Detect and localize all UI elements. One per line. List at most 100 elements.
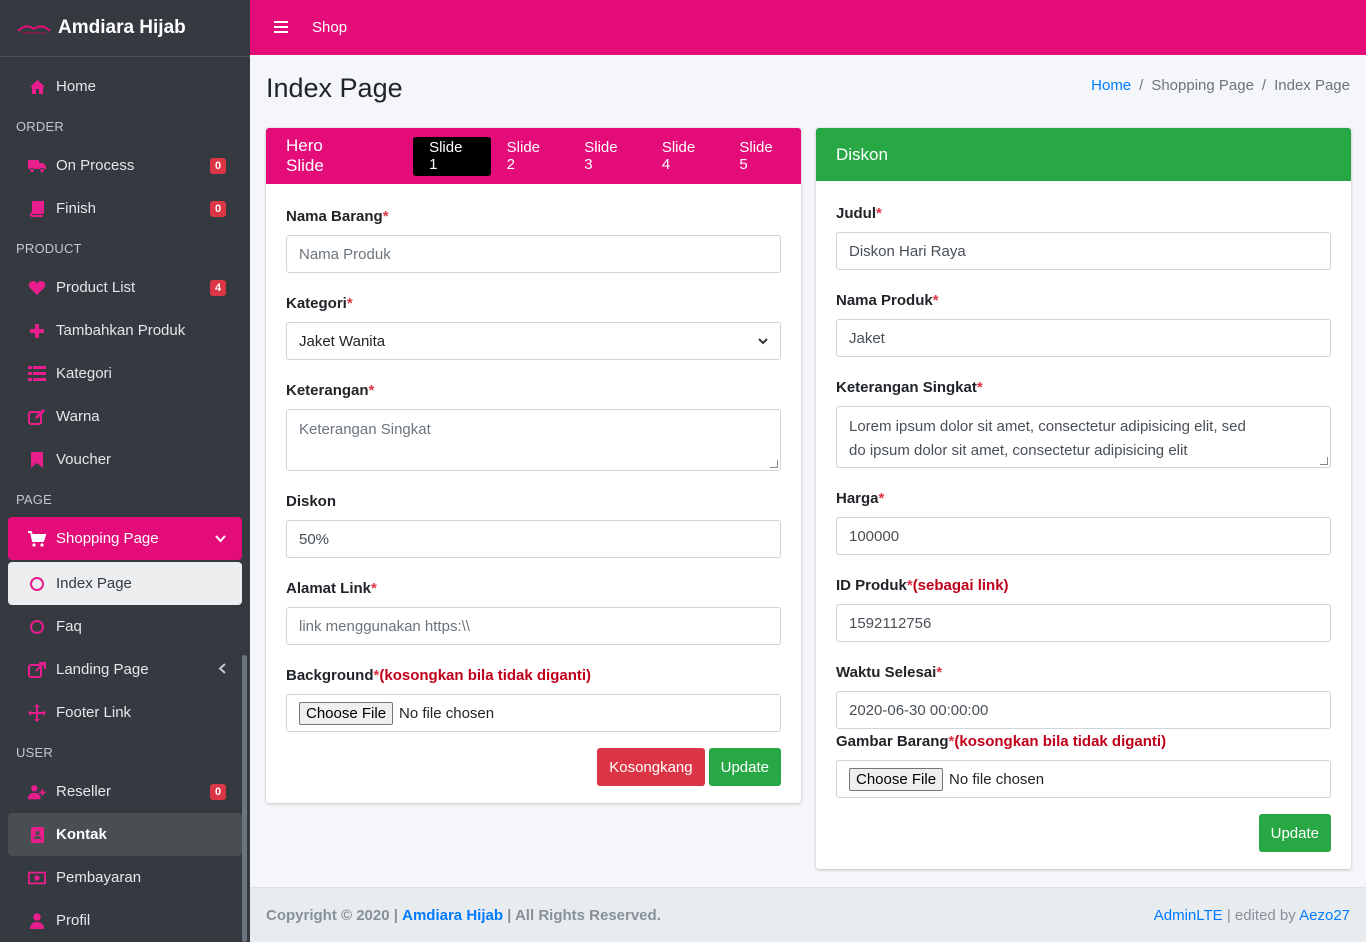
waktu-selesai-input[interactable]: 2020-06-30 00:00:00 <box>836 691 1331 729</box>
sidebar-item-label: Footer Link <box>56 704 132 721</box>
gambar-file-input[interactable]: Choose File No file chosen <box>836 760 1331 798</box>
sidebar-item-home[interactable]: Home <box>8 65 242 108</box>
field-label: Judul* <box>836 205 882 222</box>
judul-input[interactable]: Diskon Hari Raya <box>836 232 1331 270</box>
brand[interactable]: Amdiara Hijab <box>0 0 250 57</box>
footer-brand-link[interactable]: Amdiara Hijab <box>402 907 503 924</box>
slide-tabs: Slide 1 Slide 2 Slide 3 Slide 4 Slide 5 <box>413 136 801 176</box>
address-book-icon <box>28 826 46 844</box>
field-label: Waktu Selesai* <box>836 664 943 681</box>
sidebar: Amdiara Hijab Home ORDER On Process 0 Fi… <box>0 0 250 942</box>
keterangan-textarea[interactable]: Keterangan Singkat <box>286 409 781 471</box>
sidebar-item-label: Tambahkan Produk <box>56 322 186 339</box>
sidebar-item-label: Pembayaran <box>56 869 142 886</box>
field-label: Keterangan Singkat* <box>836 379 983 396</box>
hero-slide-header: Hero Slide Slide 1 Slide 2 Slide 3 Slide… <box>266 128 801 184</box>
sidebar-item-index-page[interactable]: Index Page <box>8 562 242 605</box>
sidebar-item-faq[interactable]: Faq <box>8 605 242 648</box>
choose-file-button[interactable]: Choose File <box>299 701 394 725</box>
nav-link-shop[interactable]: Shop <box>312 19 347 36</box>
harga-input[interactable]: 100000 <box>836 517 1331 555</box>
footer: Copyright © 2020 | Amdiara Hijab | All R… <box>250 887 1366 942</box>
card-title: Diskon <box>836 144 888 164</box>
keterangan-placeholder: Keterangan Singkat <box>299 421 431 438</box>
field-label: Keterangan* <box>286 382 375 399</box>
sidebar-item-label: Warna <box>56 408 100 425</box>
adminlte-link[interactable]: AdminLTE <box>1154 907 1223 924</box>
nama-barang-input[interactable]: Nama Produk <box>286 235 781 273</box>
external-link-icon <box>28 661 46 679</box>
sidebar-item-tambahkan-produk[interactable]: Tambahkan Produk <box>8 309 242 352</box>
section-header-product: PRODUCT <box>16 240 82 256</box>
sidebar-item-kategori[interactable]: Kategori <box>8 352 242 395</box>
tab-slide-5[interactable]: Slide 5 <box>723 137 801 176</box>
chevron-down-icon <box>758 334 768 348</box>
keterangan-singkat-textarea[interactable]: Lorem ipsum dolor sit amet, consectetur … <box>836 406 1331 468</box>
sidebar-item-warna[interactable]: Warna <box>8 395 242 438</box>
kategori-selected-value: Jaket Wanita <box>299 332 386 350</box>
chevron-down-icon <box>215 532 226 546</box>
sidebar-item-label: On Process <box>56 157 135 174</box>
diskon-input[interactable]: 50% <box>286 520 781 558</box>
footer-credits: AdminLTE | edited by Aezo27 <box>1153 906 1350 924</box>
sidebar-item-finish[interactable]: Finish 0 <box>8 187 242 230</box>
resize-handle-icon[interactable] <box>1320 457 1328 465</box>
field-label: Harga* <box>836 490 885 507</box>
card-title: Hero Slide <box>286 136 324 175</box>
sidebar-item-shopping-page[interactable]: Shopping Page <box>8 517 242 560</box>
field-label: Background*(kosongkan bila tidak diganti… <box>286 667 592 684</box>
update-button[interactable]: Update <box>708 748 781 786</box>
tab-slide-3[interactable]: Slide 3 <box>568 137 646 176</box>
sidebar-item-pembayaran[interactable]: Pembayaran <box>8 856 242 899</box>
home-icon <box>28 78 46 96</box>
tab-slide-2[interactable]: Slide 2 <box>491 137 569 176</box>
file-status: No file chosen <box>949 770 1045 788</box>
update-button[interactable]: Update <box>1258 814 1331 852</box>
field-label: Gambar Barang*(kosongkan bila tidak diga… <box>836 733 1167 750</box>
hamburger-menu-icon[interactable] <box>274 16 288 39</box>
diskon-header: Diskon <box>816 128 1351 181</box>
count-badge: 0 <box>210 157 226 174</box>
sidebar-item-landing-page[interactable]: Landing Page <box>8 648 242 691</box>
kategori-select[interactable]: Jaket Wanita <box>286 322 781 360</box>
sidebar-item-label: Finish <box>56 200 97 217</box>
circle-icon <box>28 575 46 593</box>
sidebar-item-product-list[interactable]: Product List 4 <box>8 266 242 309</box>
sidebar-item-voucher[interactable]: Voucher <box>8 438 242 481</box>
field-label: Alamat Link* <box>286 580 377 597</box>
circle-icon <box>28 618 46 636</box>
nama-produk-input[interactable]: Jaket <box>836 319 1331 357</box>
hero-slide-card: Hero Slide Slide 1 Slide 2 Slide 3 Slide… <box>266 128 801 803</box>
page-title: Index Page <box>266 73 403 103</box>
sidebar-item-on-process[interactable]: On Process 0 <box>8 144 242 187</box>
kosongkan-button[interactable]: Kosongkang <box>597 748 705 786</box>
tab-slide-4[interactable]: Slide 4 <box>646 137 724 176</box>
arrows-icon <box>28 703 46 722</box>
money-bill-icon <box>28 869 46 887</box>
breadcrumb-home-link[interactable]: Home <box>1091 77 1131 94</box>
diskon-card: Diskon Judul* Diskon Hari Raya Nama Prod… <box>816 128 1351 869</box>
edit-icon <box>28 408 46 426</box>
brand-logo-icon <box>17 25 51 34</box>
choose-file-button[interactable]: Choose File <box>849 767 944 791</box>
sidebar-item-footer-link[interactable]: Footer Link <box>8 691 242 734</box>
sidebar-scrollbar[interactable] <box>242 655 247 942</box>
breadcrumb-shopping-page: Shopping Page <box>1151 77 1254 94</box>
sidebar-item-reseller[interactable]: Reseller 0 <box>8 770 242 813</box>
sidebar-item-label: Shopping Page <box>56 530 159 547</box>
sidebar-item-profil[interactable]: Profil <box>8 899 242 942</box>
author-link[interactable]: Aezo27 <box>1299 907 1350 924</box>
book-icon <box>28 200 46 218</box>
bookmark-icon <box>28 451 46 469</box>
id-produk-input[interactable]: 1592112756 <box>836 604 1331 642</box>
resize-handle-icon[interactable] <box>770 460 778 468</box>
background-file-input[interactable]: Choose File No file chosen <box>286 694 781 732</box>
top-navbar: Shop <box>250 0 1366 55</box>
footer-copyright: Copyright © 2020 | Amdiara Hijab | All R… <box>266 906 661 924</box>
field-label: Kategori* <box>286 295 353 312</box>
field-label: Nama Produk* <box>836 292 939 309</box>
user-icon <box>28 912 46 930</box>
alamat-link-input[interactable]: link menggunakan https:\\ <box>286 607 781 645</box>
tab-slide-1[interactable]: Slide 1 <box>413 136 491 176</box>
sidebar-item-kontak[interactable]: Kontak <box>8 813 242 856</box>
